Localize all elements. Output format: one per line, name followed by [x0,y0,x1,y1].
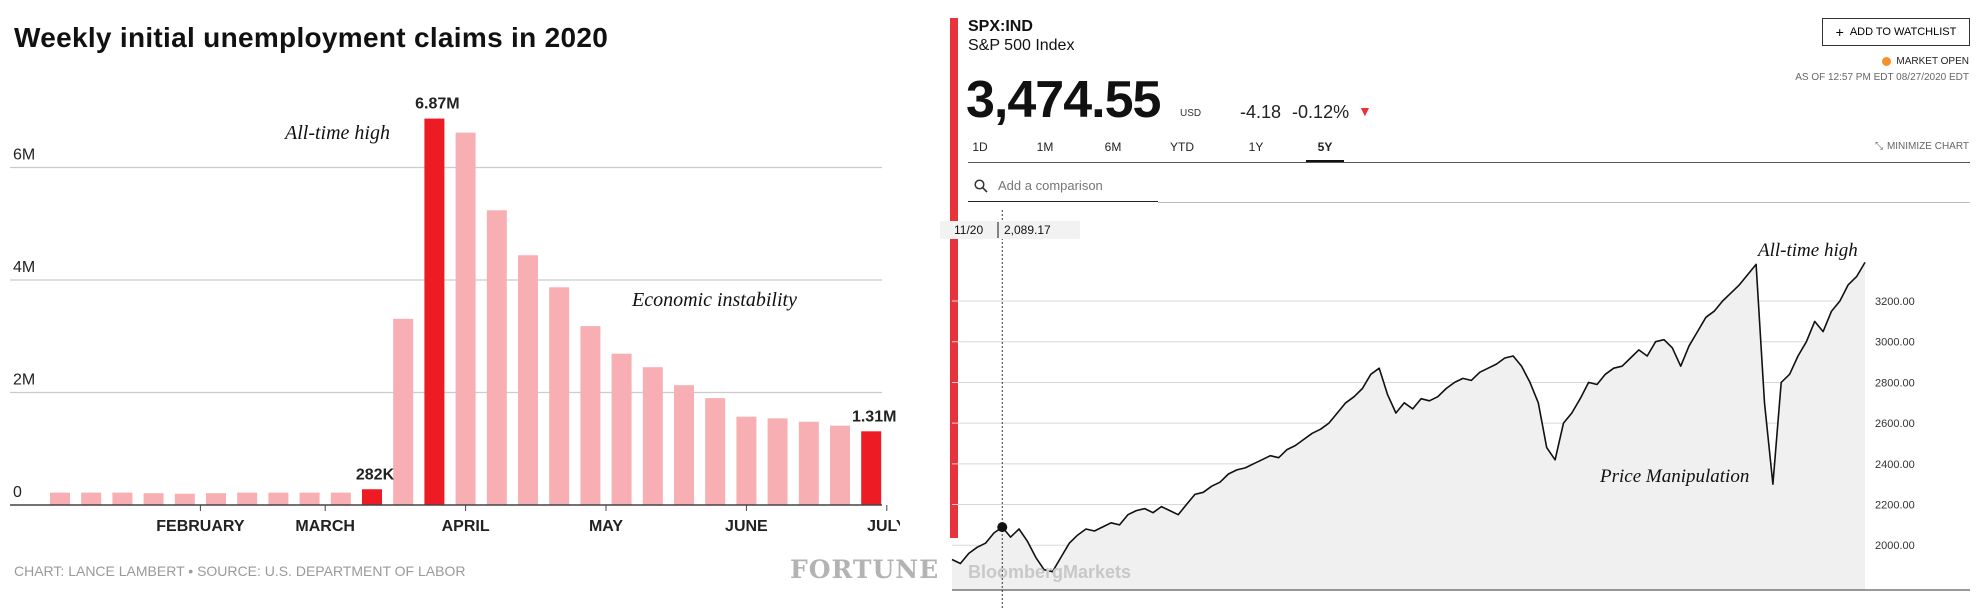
tab-5y[interactable]: 5Y [1306,138,1344,163]
area-fill [952,262,1865,590]
data-label: 282K [356,466,395,483]
y-tick-label: 2200.00 [1875,500,1915,512]
claims-bar [174,493,195,505]
claims-bar [798,421,819,505]
minimize-chart-button[interactable]: ⤡ MINIMIZE CHART [1875,141,1969,152]
y-tick-label: 6M [13,147,35,164]
plus-icon: + [1835,24,1844,40]
chart-credit: CHART: LANCE LAMBERT • SOURCE: U.S. DEPA… [14,563,466,579]
x-tick-label: MARCH [295,518,355,535]
claims-bar [861,431,882,505]
crosshair-value: 2,089.17 [1004,223,1051,237]
status-dot-icon [1882,57,1892,66]
claims-bar [330,492,351,505]
crosshair-date: 11/20 [954,223,983,237]
tab-ytd[interactable]: YTD [1166,138,1198,163]
minimize-label: MINIMIZE CHART [1886,141,1969,152]
claims-bar [206,493,226,505]
as-of-timestamp: AS OF 12:57 PM EDT 08/27/2020 EDT [1795,72,1969,83]
minimize-icon: ⤡ [1874,141,1883,152]
claims-bar [81,492,102,505]
claims-bar [393,318,414,505]
x-tick-label: JULY [867,518,900,535]
claims-bar [455,132,476,505]
claims-bar [268,492,289,505]
price-change-percent: -0.12% [1292,102,1350,122]
timeframe-tabs: 1D 1M 6M YTD 1Y 5Y [968,138,1344,163]
crosshair-point [997,522,1008,533]
comparison-search[interactable] [968,170,1158,202]
claims-bar [112,492,133,505]
y-tick-label: 4M [13,259,35,276]
bloomberg-quote-panel: SPX:IND S&P 500 Index 3,474.55 USD -4.18… [940,0,1983,610]
search-divider [1158,202,1970,203]
price-change: -4.18 -0.12% [1240,102,1349,123]
tab-6m[interactable]: 6M [1100,138,1126,163]
tab-1y[interactable]: 1Y [1244,138,1268,163]
tabs-divider [968,162,1970,163]
annotation-all-time-high: All-time high [283,122,390,144]
annotation-economic-instability: Economic instability [631,289,797,311]
claims-bar [299,492,320,505]
claims-bar [611,353,632,505]
x-tick-label: MAY [589,518,623,535]
fortune-logo: FORTUNE [790,555,940,584]
claims-bar [362,489,382,505]
claims-bar [736,416,757,505]
add-to-watchlist-button[interactable]: + ADD TO WATCHLIST [1822,18,1970,46]
unemployment-claims-panel: Weekly initial unemployment claims in 20… [0,0,938,610]
down-arrow-icon: ▼ [1358,103,1372,119]
tab-1d[interactable]: 1D [968,138,992,163]
claims-bar [424,118,445,505]
claims-bar [705,398,726,505]
price-change-value: -4.18 [1240,102,1282,122]
currency-label: USD [1180,108,1202,119]
y-tick-label: 2800.00 [1875,377,1915,389]
unemployment-bar-chart: 0 2M 4M 6M FEBRUARY MARCH APRIL MAY JUNE JULY 282K… [10,96,900,535]
claims-bar [830,425,850,505]
y-tick-label: 0 [13,484,22,501]
bloomberg-watermark: BloombergMarkets [968,562,1131,582]
market-status: MARKET OPEN [1882,56,1969,67]
ticker-symbol: SPX:IND [968,18,1033,35]
claims-bar [237,492,258,505]
annotation-price-manipulation: Price Manipulation [1599,466,1749,487]
watchlist-label: ADD TO WATCHLIST [1849,26,1957,38]
y-tick-label: 2000.00 [1875,540,1915,552]
annotation-all-time-high: All-time high [1756,240,1858,261]
claims-bar [549,287,570,505]
claims-bar [642,367,663,505]
x-tick-label: FEBRUARY [156,518,245,535]
claims-bar [518,255,538,505]
x-tick-label: JUNE [725,518,768,535]
data-label: 1.31M [852,408,896,425]
index-name: S&P 500 Index [968,37,1075,54]
market-status-label: MARKET OPEN [1896,56,1969,67]
current-price: 3,474.55 [966,71,1161,129]
y-tick-label: 2400.00 [1875,459,1915,471]
claims-bar [674,385,694,505]
x-tick-label: APRIL [442,518,490,535]
claims-bar [50,492,70,505]
y-tick-label: 3000.00 [1875,337,1915,349]
y-tick-label: 3200.00 [1875,296,1915,308]
claims-bar [143,493,164,505]
comparison-input[interactable] [996,177,1150,194]
claims-bar [486,210,507,505]
y-tick-label: 2600.00 [1875,418,1915,430]
y-tick-label: 2M [13,372,35,389]
claims-bar [767,418,788,505]
search-icon [974,178,988,193]
sp500-line-chart: 2000.00 2200.00 2400.00 2600.00 2800.00 3000.… [940,210,1970,610]
tab-1m[interactable]: 1M [1032,138,1058,163]
data-label: 6.87M [415,96,459,113]
claims-bar [580,326,601,505]
